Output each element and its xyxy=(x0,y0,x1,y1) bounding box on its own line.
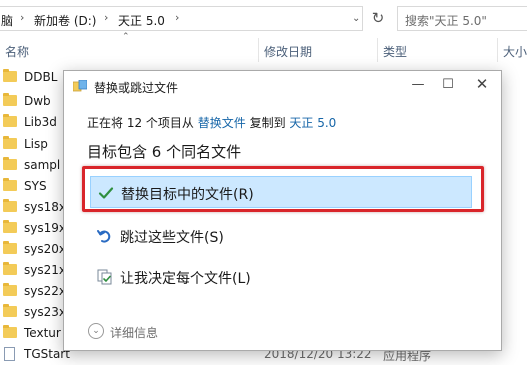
skip-icon xyxy=(96,227,114,245)
folder-icon xyxy=(3,157,17,170)
folder-icon xyxy=(3,304,17,317)
file-name: sys21x xyxy=(24,263,66,277)
decide-icon xyxy=(96,268,114,286)
breadcrumb-this-pc[interactable]: 脑 xyxy=(1,12,13,29)
folder-icon xyxy=(3,136,17,149)
close-icon[interactable]: ✕ xyxy=(467,71,497,100)
source-folder-link[interactable]: 替换文件 xyxy=(198,116,246,130)
file-name: DDBL xyxy=(24,70,58,84)
dialog-titlebar[interactable]: 替换或跳过文件 — ☐ ✕ xyxy=(64,71,501,101)
file-name: SYS xyxy=(24,179,47,193)
conflict-summary: 目标包含 6 个同名文件 xyxy=(87,143,242,161)
file-name: Dwb xyxy=(24,94,51,108)
skip-files-option[interactable]: 跳过这些文件(S) xyxy=(90,220,472,252)
address-dropdown-icon[interactable]: ⌄ xyxy=(352,13,360,24)
column-type[interactable]: 类型 xyxy=(383,43,407,60)
folder-icon xyxy=(3,199,17,212)
decide-each-file-option[interactable]: 让我决定每个文件(L) xyxy=(90,261,472,293)
breadcrumb-chevron-icon[interactable]: › xyxy=(104,11,108,24)
copy-progress-text: 正在将 12 个项目从 替换文件 复制到 天正 5.0 xyxy=(87,114,336,131)
breadcrumb-chevron-icon[interactable]: › xyxy=(20,11,24,24)
folder-icon xyxy=(3,220,17,233)
breadcrumb-drive[interactable]: 新加卷 (D:) xyxy=(34,12,96,29)
address-bar[interactable]: 脑 › 新加卷 (D:) › 天正 5.0 › ⌄ xyxy=(0,6,363,31)
file-name: Lib3d xyxy=(24,115,57,129)
file-name: sys20x xyxy=(24,242,66,256)
folder-icon xyxy=(3,178,17,191)
maximize-icon[interactable]: ☐ xyxy=(433,71,463,100)
sort-ascending-icon: ⌃ xyxy=(122,32,130,42)
file-name: sys18x xyxy=(24,200,66,214)
details-label: 详细信息 xyxy=(110,326,159,340)
folder-icon xyxy=(3,114,17,127)
replace-files-label: 替换目标中的文件(R) xyxy=(121,187,254,203)
file-name: sampl xyxy=(24,158,61,172)
column-divider[interactable] xyxy=(497,38,498,62)
address-row: 脑 › 新加卷 (D:) › 天正 5.0 › ⌄ ↻ 搜索"天正 5.0" xyxy=(0,0,527,38)
file-name: sys19x xyxy=(24,221,66,235)
file-name: sys22x xyxy=(24,284,66,298)
chevron-down-icon: ⌄ xyxy=(88,323,104,339)
decide-each-file-label: 让我决定每个文件(L) xyxy=(120,271,251,287)
folder-icon xyxy=(3,325,17,338)
checkmark-icon xyxy=(97,184,115,202)
folder-icon xyxy=(3,262,17,275)
refresh-icon[interactable]: ↻ xyxy=(366,6,390,31)
column-size[interactable]: 大小 xyxy=(503,43,527,60)
file-name: Lisp xyxy=(24,137,48,151)
file-copy-icon xyxy=(73,80,87,92)
column-date[interactable]: 修改日期 xyxy=(264,43,312,60)
search-input[interactable]: 搜索"天正 5.0" xyxy=(397,6,527,31)
progress-middle: 复制到 xyxy=(249,116,286,130)
folder-icon xyxy=(3,241,17,254)
breadcrumb-chevron-icon[interactable]: › xyxy=(175,11,179,24)
folder-icon xyxy=(3,283,17,296)
dialog-title: 替换或跳过文件 xyxy=(94,81,179,95)
column-divider[interactable] xyxy=(377,38,378,62)
replace-or-skip-dialog: 替换或跳过文件 — ☐ ✕ 正在将 12 个项目从 替换文件 复制到 天正 5.… xyxy=(63,70,502,351)
skip-files-label: 跳过这些文件(S) xyxy=(120,230,224,246)
replace-files-option[interactable]: 替换目标中的文件(R) xyxy=(90,176,472,208)
search-placeholder: 搜索"天正 5.0" xyxy=(405,14,487,28)
folder-icon xyxy=(3,93,17,106)
column-header: ⌃ 名称 修改日期 类型 大小 xyxy=(0,32,527,62)
destination-folder-link[interactable]: 天正 5.0 xyxy=(289,116,336,130)
file-icon xyxy=(4,347,15,361)
breadcrumb-folder[interactable]: 天正 5.0 xyxy=(118,12,165,29)
column-name[interactable]: 名称 xyxy=(5,43,29,60)
folder-icon xyxy=(3,69,17,82)
file-name: sys23x xyxy=(24,305,66,319)
minimize-icon[interactable]: — xyxy=(403,71,433,100)
column-divider[interactable] xyxy=(258,38,259,62)
progress-prefix: 正在将 12 个项目从 xyxy=(87,116,194,130)
file-name: Textur xyxy=(24,326,61,340)
